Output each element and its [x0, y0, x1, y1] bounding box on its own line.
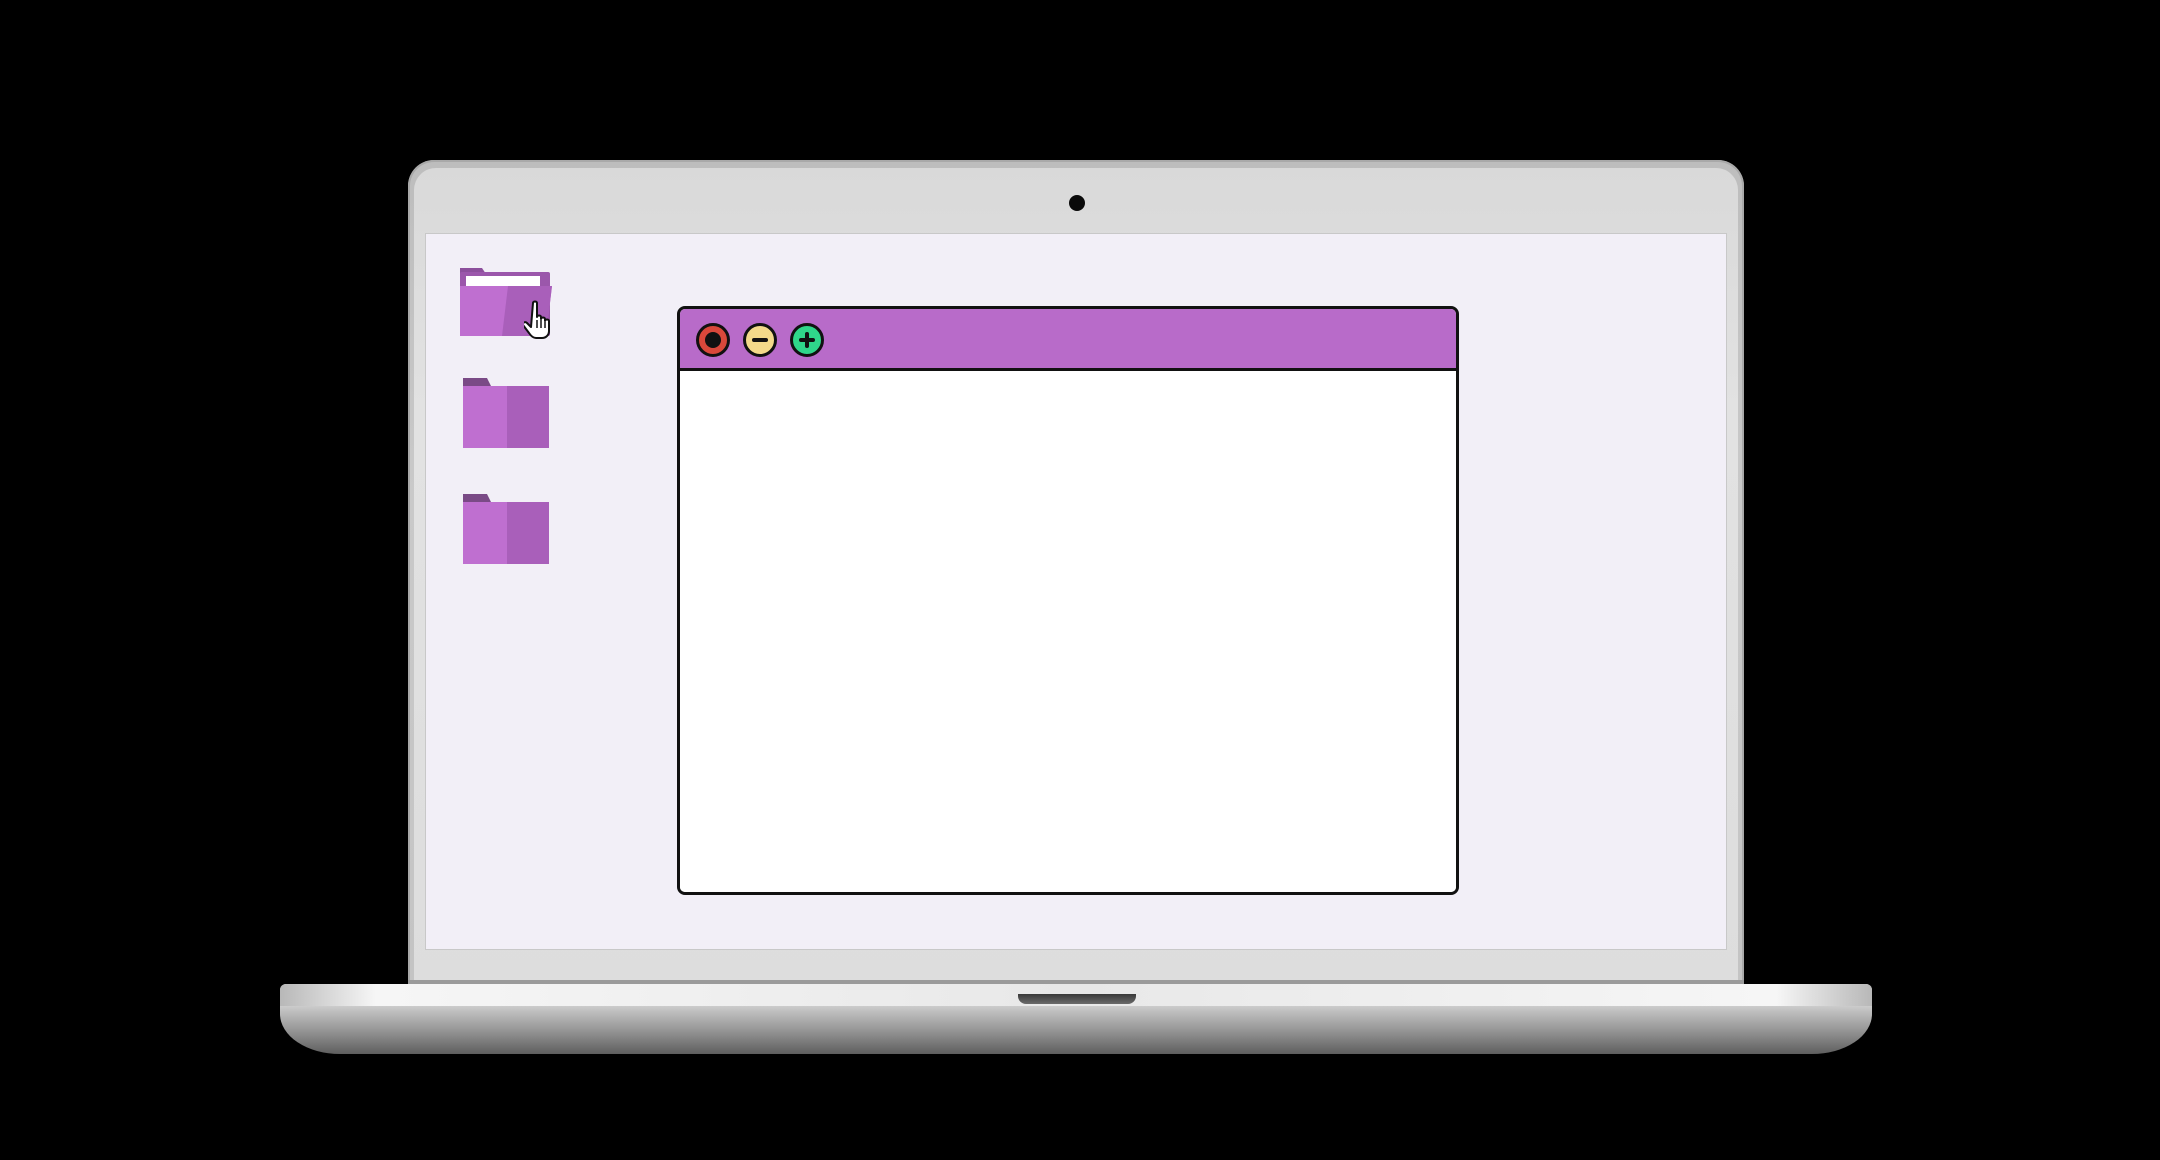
desktop-folder-3[interactable]	[461, 490, 561, 574]
minimize-icon[interactable]	[743, 323, 777, 357]
folder-icon	[463, 378, 549, 448]
laptop-illustration	[0, 0, 2160, 1160]
window-titlebar[interactable]	[680, 309, 1456, 371]
close-icon[interactable]	[696, 323, 730, 357]
app-window[interactable]	[677, 306, 1459, 895]
desktop-screen	[426, 234, 1726, 949]
laptop-opening-notch	[1018, 994, 1136, 1004]
desktop-folder-2[interactable]	[461, 374, 561, 458]
maximize-icon[interactable]	[790, 323, 824, 357]
folder-icon	[463, 494, 549, 564]
webcam-icon	[1069, 195, 1085, 211]
window-content	[680, 371, 1456, 892]
hand-pointer-icon	[524, 300, 550, 339]
